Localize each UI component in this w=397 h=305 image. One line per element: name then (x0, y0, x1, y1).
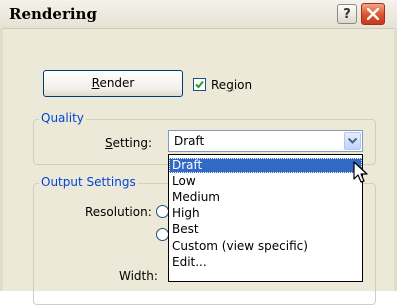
chevron-down-icon (348, 138, 357, 144)
setting-label: Setting: (105, 136, 152, 150)
help-button[interactable]: ? (337, 4, 357, 24)
dropdown-option-high[interactable]: High (169, 206, 362, 221)
quality-setting-select[interactable]: Draft (168, 130, 363, 152)
quality-group-title: Quality (39, 111, 86, 125)
region-label-post: ion (233, 78, 253, 92)
output-settings-group-title: Output Settings (39, 175, 138, 189)
render-button[interactable]: Render (43, 70, 183, 97)
dropdown-option-low[interactable]: Low (169, 174, 362, 189)
close-button[interactable] (361, 3, 385, 25)
quality-dropdown-list: Draft Low Medium High Best Custom (view … (168, 154, 363, 282)
mouse-cursor-icon (353, 161, 368, 183)
region-label: Region (211, 78, 252, 92)
width-label: Width: (119, 269, 158, 283)
setting-label-mnemonic: S (105, 136, 113, 150)
region-checkbox[interactable] (193, 78, 206, 91)
dropdown-option-medium[interactable]: Medium (169, 190, 362, 205)
render-button-label: ender (99, 76, 135, 90)
window-title: Rendering (9, 5, 97, 23)
region-label-pre: Re (211, 78, 227, 92)
resolution-label: Resolution: (85, 205, 152, 219)
dropdown-option-best[interactable]: Best (169, 222, 362, 237)
region-label-mnemonic: g (226, 78, 234, 92)
dropdown-arrow-button[interactable] (344, 132, 361, 150)
title-bar: Rendering ? (0, 0, 397, 29)
checkmark-icon (195, 80, 204, 89)
quality-setting-value: Draft (174, 134, 205, 148)
dropdown-option-custom[interactable]: Custom (view specific) (169, 239, 362, 254)
dropdown-option-draft[interactable]: Draft (169, 158, 362, 173)
window-border-left (0, 28, 3, 291)
close-icon (367, 8, 379, 20)
setting-label-rest: etting: (112, 136, 153, 150)
dropdown-option-edit[interactable]: Edit... (169, 255, 362, 270)
